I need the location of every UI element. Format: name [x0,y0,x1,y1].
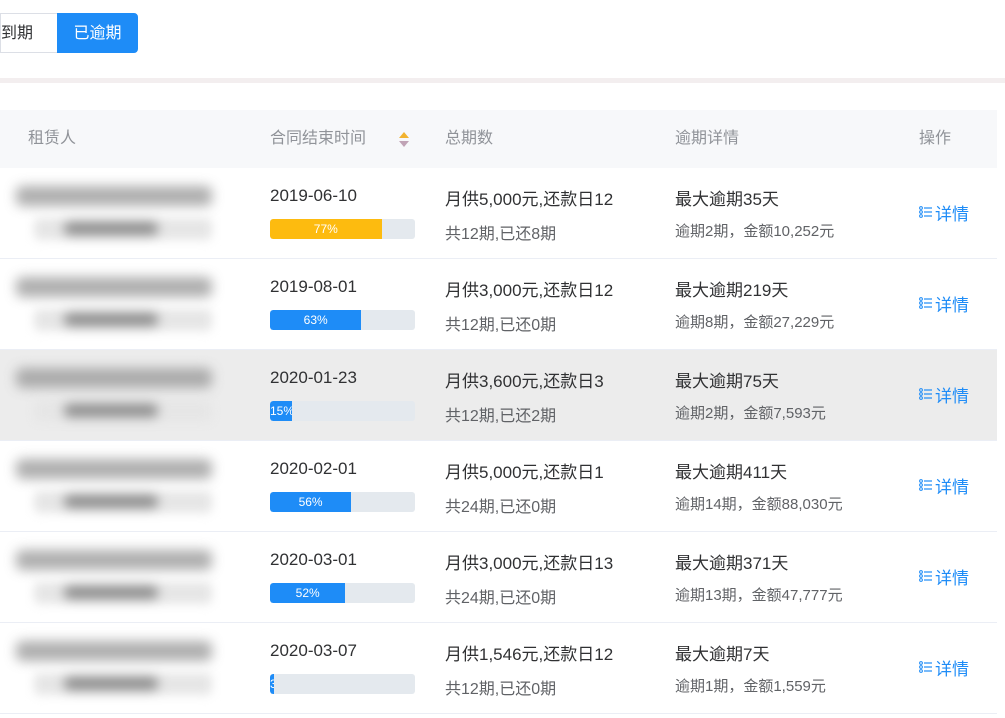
overdue-summary: 逾期2期，金额7,593元 [675,405,826,422]
monthly-payment: 月供1,546元,还款日12 [445,645,614,664]
list-icon [919,297,932,309]
contract-end-date: 2019-06-10 [270,186,357,205]
table-row[interactable]: 2020-01-23 15% 月供3,600元,还款日3 共12期,已还2期 最大逾期7… [0,350,997,441]
status-tabs: 将到期 已逾期 [0,13,138,55]
tenant-name-redacted [16,277,212,297]
sort-icon[interactable] [399,132,411,148]
tenant-info-redacted [34,582,212,604]
tenant-info-redacted [34,400,212,422]
contract-end-date: 2020-03-07 [270,641,357,660]
contract-end-date: 2020-02-01 [270,459,357,478]
detail-label: 详情 [935,295,969,315]
overdue-summary: 逾期1期，金额1,559元 [675,678,826,695]
progress-fill: 63% [270,310,362,330]
detail-button[interactable]: 详情 [919,566,969,588]
max-overdue: 最大逾期75天 [675,372,779,391]
table-header: 租赁人 合同结束时间 总期数 逾期详情 操作 [0,110,997,168]
detail-label: 详情 [935,568,969,588]
detail-button[interactable]: 详情 [919,202,969,224]
contract-end-date: 2019-08-01 [270,277,357,296]
overdue-summary: 逾期13期，金额47,777元 [675,587,843,604]
progress-label: 63% [303,313,328,327]
repayment-progress-bar: 15% [270,401,415,421]
tenant-info-redacted [34,491,212,513]
progress-label: 3% [270,677,275,691]
overdue-summary: 逾期8期，金额27,229元 [675,314,835,331]
repayment-progress-bar: 63% [270,310,415,330]
detail-label: 详情 [935,204,969,224]
section-divider [0,78,1005,83]
list-icon [919,388,932,400]
detail-label: 详情 [935,477,969,497]
header-total-periods: 总期数 [445,130,494,147]
max-overdue: 最大逾期371天 [675,554,789,573]
table-row[interactable]: 2019-08-01 63% 月供3,000元,还款日12 共12期,已还0期 最大逾期… [0,259,997,350]
tenant-name-redacted [16,186,212,206]
table-row[interactable]: 2020-03-07 3% 月供1,546元,还款日12 共12期,已还0期 最大逾期7… [0,623,997,714]
header-tenant: 租赁人 [28,130,77,147]
detail-button[interactable]: 详情 [919,475,969,497]
list-icon [919,661,932,673]
detail-label: 详情 [935,386,969,406]
header-overdue-detail: 逾期详情 [675,130,740,147]
max-overdue: 最大逾期7天 [675,645,770,664]
tenant-info-redacted [34,218,212,240]
repayment-progress-bar: 77% [270,219,415,239]
tenant-info-redacted [34,309,212,331]
monthly-payment: 月供5,000元,还款日12 [445,190,614,209]
monthly-payment: 月供3,000元,还款日13 [445,554,614,573]
progress-fill: 15% [270,401,292,421]
periods-paid: 共24期,已还0期 [445,590,557,607]
detail-button[interactable]: 详情 [919,384,969,406]
list-icon [919,570,932,582]
table-row[interactable]: 2019-06-10 77% 月供5,000元,还款日12 共12期,已还8期 最大逾期… [0,168,997,259]
tenant-name-redacted [16,459,212,479]
tenant-name-redacted [16,368,212,388]
periods-paid: 共12期,已还0期 [445,317,557,334]
overdue-summary: 逾期14期，金额88,030元 [675,496,843,513]
monthly-payment: 月供3,000元,还款日12 [445,281,614,300]
list-icon [919,479,932,491]
periods-paid: 共12期,已还0期 [445,681,557,698]
monthly-payment: 月供3,600元,还款日3 [445,372,604,391]
max-overdue: 最大逾期35天 [675,190,779,209]
contract-end-date: 2020-03-01 [270,550,357,569]
progress-label: 52% [295,586,320,600]
tenant-info-redacted [34,673,212,695]
tab-overdue[interactable]: 已逾期 [57,13,138,53]
progress-fill: 77% [270,219,382,239]
max-overdue: 最大逾期219天 [675,281,789,300]
progress-fill: 56% [270,492,352,512]
progress-label: 15% [270,404,292,418]
repayment-progress-bar: 56% [270,492,415,512]
tenant-name-redacted [16,550,212,570]
monthly-payment: 月供5,000元,还款日1 [445,463,604,482]
overdue-summary: 逾期2期，金额10,252元 [675,223,835,240]
repayment-progress-bar: 52% [270,583,415,603]
max-overdue: 最大逾期411天 [675,463,788,482]
table-body: 2019-06-10 77% 月供5,000元,还款日12 共12期,已还8期 最大逾期… [0,168,997,714]
contract-end-date: 2020-01-23 [270,368,357,387]
progress-label: 77% [313,222,338,236]
table-row[interactable]: 2020-02-01 56% 月供5,000元,还款日1 共24期,已还0期 最大逾期4… [0,441,997,532]
progress-fill: 3% [270,674,275,694]
progress-fill: 52% [270,583,346,603]
progress-label: 56% [298,495,323,509]
periods-paid: 共12期,已还2期 [445,408,557,425]
overdue-table: 租赁人 合同结束时间 总期数 逾期详情 操作 2019-06-10 77% 月供5,… [0,110,997,714]
periods-paid: 共24期,已还0期 [445,499,557,516]
repayment-progress-bar: 3% [270,674,415,694]
periods-paid: 共12期,已还8期 [445,226,557,243]
detail-label: 详情 [935,659,969,679]
header-contract-end[interactable]: 合同结束时间 [270,110,366,168]
tenant-name-redacted [16,641,212,661]
detail-button[interactable]: 详情 [919,657,969,679]
list-icon [919,206,932,218]
header-action: 操作 [919,130,952,147]
tab-due-soon[interactable]: 将到期 [0,13,57,53]
detail-button[interactable]: 详情 [919,293,969,315]
table-row[interactable]: 2020-03-01 52% 月供3,000元,还款日13 共24期,已还0期 最大逾期… [0,532,997,623]
